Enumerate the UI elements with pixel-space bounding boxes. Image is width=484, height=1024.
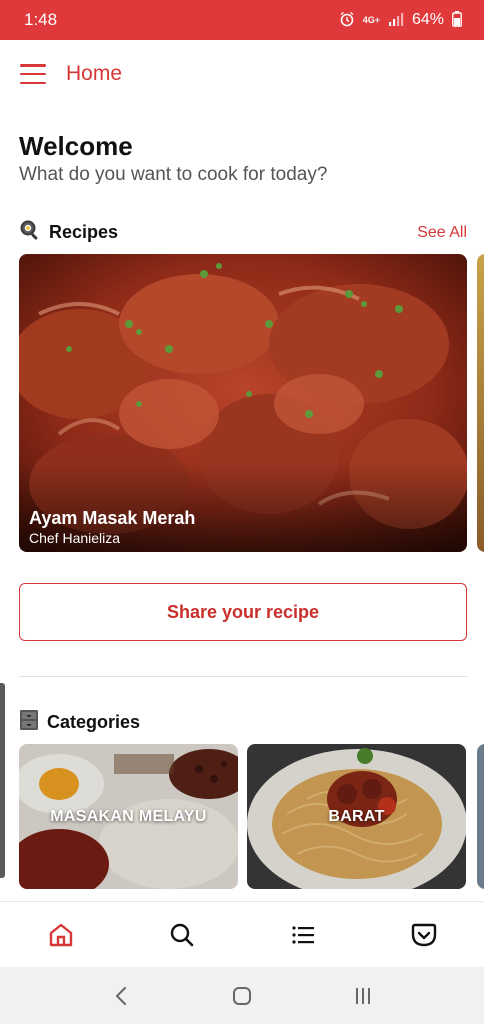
home-icon [49, 923, 72, 946]
share-recipe-button[interactable]: Share your recipe [19, 583, 467, 641]
page-title: Home [66, 62, 123, 85]
hamburger-icon[interactable] [20, 64, 46, 84]
nav-list[interactable] [273, 910, 333, 960]
recipe-name: Ayam Masak Merah [29, 508, 196, 528]
search-icon [170, 923, 193, 946]
category-label: MASAKAN MELAYU [50, 807, 207, 825]
next-recipe-card[interactable] [477, 254, 484, 552]
categories-title: Categories [47, 712, 141, 732]
welcome-title: Welcome [19, 131, 133, 161]
category-card-barat[interactable]: BARAT [247, 744, 466, 889]
home-square-icon [232, 986, 251, 1005]
recents-icon [356, 987, 371, 1004]
divider [19, 676, 467, 677]
status-time: 1:48 [24, 10, 58, 29]
nav-search[interactable] [152, 910, 212, 960]
recipes-title: Recipes [49, 222, 119, 242]
see-all-link[interactable]: See All [417, 224, 467, 242]
system-recents-button[interactable] [338, 976, 388, 1016]
next-category-card[interactable] [477, 744, 484, 889]
welcome-subtitle: What do you want to cook for today? [19, 164, 328, 185]
alarm-icon [339, 11, 355, 29]
recipe-chef: Chef Hanieliza [29, 530, 121, 546]
frying-pan-icon [19, 219, 41, 246]
pocket-icon [411, 923, 436, 946]
battery-level: 64% [411, 11, 444, 28]
category-card-masakan-melayu[interactable]: MASAKAN MELAYU [19, 744, 238, 889]
nav-home[interactable] [31, 910, 91, 960]
battery-icon [452, 11, 462, 29]
system-nav-bar [0, 967, 484, 1024]
list-icon [291, 925, 314, 944]
status-bar: 1:48 4G+ 64% [0, 0, 484, 40]
edge-panel-handle[interactable] [0, 683, 5, 878]
system-back-button[interactable] [96, 976, 146, 1016]
bottom-nav [0, 901, 484, 967]
recipes-header: Recipes See All [19, 219, 467, 246]
network-type: 4G+ [362, 14, 380, 25]
recipe-card[interactable]: Ayam Masak Merah Chef Hanieliza [19, 254, 467, 552]
categories-header: Categories [19, 709, 467, 736]
app-bar: Home [0, 40, 484, 108]
system-home-button[interactable] [217, 976, 267, 1016]
file-cabinet-icon [19, 709, 39, 736]
status-icons: 4G+ 64% [339, 11, 462, 29]
nav-pocket[interactable] [394, 910, 454, 960]
back-chevron-icon [115, 986, 126, 1005]
signal-icon [388, 12, 404, 28]
category-label: BARAT [328, 807, 385, 825]
